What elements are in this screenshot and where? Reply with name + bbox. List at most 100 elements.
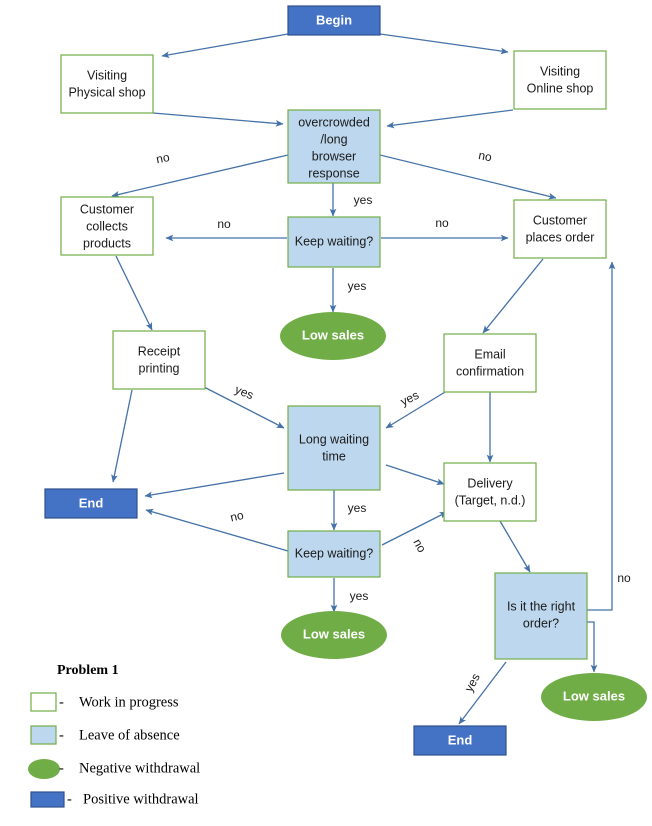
edge-longwaiting-to-delivery (385, 464, 445, 485)
edge-label-rightorder-no: no (617, 571, 631, 585)
node-overcrowded-long-browser-response[interactable]: overcrowded /long browser response (287, 109, 381, 184)
node-keep-waiting-2-label: Keep waiting? (295, 546, 374, 560)
node-overcrowded-label-2: /long (320, 132, 347, 146)
edge-delivery-to-rightorder (499, 520, 531, 573)
node-receipt-printing-shape (112, 330, 206, 390)
node-customer-places-order-label-2: places order (526, 230, 595, 244)
legend-item-work-in-progress: - Work in progress (30, 692, 179, 712)
node-customer-places-order[interactable]: Customer places order (513, 199, 607, 259)
node-visiting-physical-shop-label-1: Visiting (87, 68, 127, 82)
edge-label-keepwaiting2-no-right: no (410, 536, 429, 555)
node-receipt-printing[interactable]: Receipt printing (112, 330, 206, 390)
node-keep-waiting-1[interactable]: Keep waiting? (287, 216, 381, 268)
edge-label-overcrowded-no-right: no (477, 148, 493, 164)
node-long-waiting-time[interactable]: Long waiting time (287, 405, 381, 491)
legend-label-work-in-progress: Work in progress (79, 694, 179, 710)
legend-swatch-leave-of-absence (30, 725, 57, 745)
node-visiting-online-shop-label-1: Visiting (540, 64, 580, 78)
node-customer-places-order-label-1: Customer (533, 213, 587, 227)
node-customer-collects-products[interactable]: Customer collects products (60, 196, 154, 256)
edge-overcrowded-to-collects (111, 154, 289, 198)
node-begin[interactable]: Begin (287, 5, 381, 36)
edge-label-keepwaiting1-no-right: no (435, 216, 449, 230)
node-receipt-printing-label-1: Receipt (138, 344, 181, 358)
node-overcrowded-label-1: overcrowded (298, 115, 370, 129)
node-end-bottom-label: End (448, 732, 473, 747)
node-is-it-the-right-order-label-2: order? (523, 616, 559, 630)
legend-item-positive-withdrawal: - Positive withdrawal (30, 791, 199, 808)
node-visiting-online-shop-shape (513, 50, 607, 110)
node-email-confirmation-label-2: confirmation (456, 364, 524, 378)
node-customer-collects-products-label-1: Customer (80, 202, 134, 216)
edge-begin-to-physical (161, 33, 289, 59)
node-long-waiting-time-shape (287, 405, 381, 491)
node-end-bottom[interactable]: End (413, 725, 507, 756)
node-overcrowded-label-4: response (308, 166, 359, 180)
node-end-left[interactable]: End (44, 488, 138, 519)
node-delivery-shape (443, 462, 537, 522)
flowchart-canvas: no no yes no no yes yes yes yes no no ye… (0, 0, 652, 826)
edge-collects-to-receipt (115, 255, 153, 331)
node-delivery-label-2: (Target, n.d.) (455, 493, 526, 507)
edge-label-keepwaiting2-no-left: no (229, 508, 245, 525)
legend-label-leave-of-absence: Leave of absence (79, 727, 180, 743)
edge-overcrowded-to-places-order (379, 154, 557, 200)
node-low-sales-2-label: Low sales (303, 626, 365, 641)
node-begin-label: Begin (316, 12, 352, 27)
legend-item-leave-of-absence: - Leave of absence (30, 725, 180, 745)
edge-keepwaiting2-to-end-left (145, 508, 289, 552)
legend-label-negative-withdrawal: Negative withdrawal (79, 760, 200, 776)
node-receipt-printing-label-2: printing (139, 361, 180, 375)
legend-swatch-negative-withdrawal (28, 759, 60, 779)
node-keep-waiting-2[interactable]: Keep waiting? (287, 530, 381, 578)
legend-dash-2: - (59, 760, 64, 776)
node-email-confirmation[interactable]: Email confirmation (443, 333, 537, 393)
node-long-waiting-time-label-2: time (322, 449, 346, 463)
edge-label-keepwaiting1-yes: yes (348, 279, 367, 293)
node-visiting-online-shop[interactable]: Visiting Online shop (513, 50, 607, 110)
node-customer-places-order-shape (513, 199, 607, 259)
legend-item-negative-withdrawal: - Negative withdrawal (28, 759, 200, 779)
node-delivery[interactable]: Delivery (Target, n.d.) (443, 462, 537, 522)
node-low-sales-1[interactable]: Low sales (280, 312, 386, 360)
node-visiting-physical-shop-label-2: Physical shop (68, 85, 145, 99)
node-low-sales-2[interactable]: Low sales (281, 611, 387, 659)
node-low-sales-1-label: Low sales (302, 327, 364, 342)
legend-dash-0: - (59, 694, 64, 710)
legend-swatch-positive-withdrawal (30, 791, 65, 808)
edge-physical-to-overcrowded (152, 112, 284, 127)
edge-online-to-overcrowded (386, 109, 514, 129)
legend-label-positive-withdrawal: Positive withdrawal (83, 791, 199, 807)
node-email-confirmation-shape (443, 333, 537, 393)
legend-swatch-work-in-progress (30, 692, 57, 712)
node-overcrowded-label-3: browser (312, 149, 356, 163)
node-delivery-label-1: Delivery (467, 476, 513, 490)
nodes-layer: Begin Visiting Physical shop Visiting On… (44, 5, 647, 756)
node-low-sales-3[interactable]: Low sales (541, 673, 647, 721)
edge-label-keepwaiting1-no-left: no (217, 217, 231, 231)
edge-label-longwaiting-yes: yes (348, 501, 367, 515)
edge-begin-to-online (379, 33, 509, 55)
node-customer-collects-products-label-3: products (83, 236, 131, 250)
edge-rightorder-to-end-bottom (458, 661, 507, 725)
edge-label-overcrowded-no-left: no (155, 150, 171, 166)
edge-label-keepwaiting2-yes: yes (350, 589, 369, 603)
node-is-it-the-right-order[interactable]: Is it the right order? (494, 572, 588, 660)
node-long-waiting-time-label-1: Long waiting (299, 432, 369, 446)
node-low-sales-3-label: Low sales (563, 688, 625, 703)
node-end-left-label: End (79, 495, 104, 510)
edge-rightorder-to-places-order (586, 261, 616, 611)
node-customer-collects-products-label-2: collects (86, 219, 128, 233)
node-visiting-physical-shop[interactable]: Visiting Physical shop (60, 54, 154, 114)
node-keep-waiting-1-label: Keep waiting? (295, 234, 374, 248)
edge-label-overcrowded-yes: yes (354, 193, 373, 207)
edge-places-order-to-email (482, 258, 544, 334)
edge-label-receipt-yes: yes (233, 382, 256, 402)
legend-dash-3: - (67, 791, 72, 807)
node-email-confirmation-label-1: Email (474, 347, 505, 361)
edge-label-rightorder-yes: yes (462, 671, 483, 694)
legend-dash-1: - (59, 727, 64, 743)
node-is-it-the-right-order-label-1: Is it the right (507, 599, 576, 613)
legend: Problem 1 - Work in progress - Leave of … (28, 663, 200, 808)
edge-label-email-yes: yes (398, 388, 421, 409)
